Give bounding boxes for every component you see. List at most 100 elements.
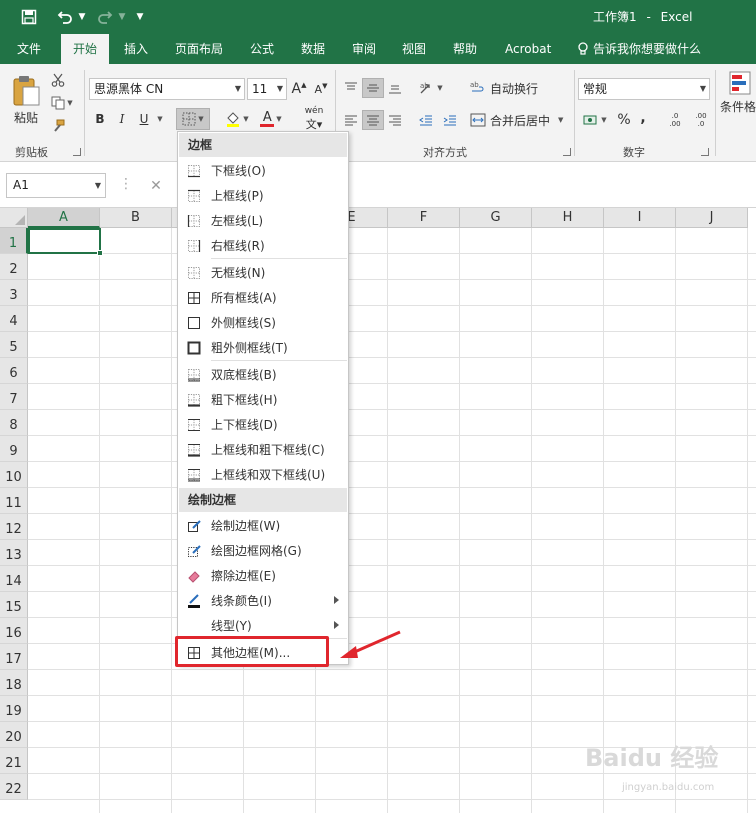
name-box[interactable]: A1 ▼ [6, 173, 106, 198]
redo-dropdown-icon[interactable]: ▼ [117, 12, 127, 22]
orientation-button[interactable]: ab ▼ [416, 78, 446, 98]
tab-data[interactable]: 数据 [301, 34, 325, 64]
accounting-format-button[interactable]: ▼ [580, 110, 610, 130]
row-header-18[interactable]: 18 [0, 670, 28, 696]
copy-button[interactable]: ▼ [48, 93, 76, 113]
center-align-button[interactable] [362, 110, 384, 130]
underline-button[interactable]: U [136, 108, 152, 130]
row-header-14[interactable]: 14 [0, 566, 28, 592]
spreadsheet-grid[interactable]: ABCDEFGHIJ123456789101112131415161718192… [0, 208, 756, 813]
left-align-button[interactable] [342, 110, 360, 130]
conditional-formatting-button[interactable]: 条件格 [720, 70, 756, 122]
percent-button[interactable]: % [614, 110, 634, 130]
menu-item-line-color[interactable]: 线条颜色(I) [179, 588, 347, 613]
underline-dropdown-icon[interactable]: ▼ [154, 108, 164, 130]
increase-indent-button[interactable] [440, 110, 460, 130]
tab-page-layout[interactable]: 页面布局 [175, 34, 223, 64]
tab-insert[interactable]: 插入 [124, 34, 148, 64]
tab-acrobat[interactable]: Acrobat [505, 34, 551, 64]
save-button[interactable] [17, 5, 41, 29]
menu-item-bottom-double-border[interactable]: 双底框线(B) [179, 362, 347, 387]
middle-align-button[interactable] [362, 78, 384, 98]
row-header-13[interactable]: 13 [0, 540, 28, 566]
bold-button[interactable]: B [92, 108, 108, 130]
tab-home[interactable]: 开始 [61, 34, 110, 65]
column-header-h[interactable]: H [532, 208, 604, 228]
top-align-button[interactable] [342, 78, 360, 98]
row-header-16[interactable]: 16 [0, 618, 28, 644]
menu-item-all-borders[interactable]: 所有框线(A) [179, 285, 347, 310]
row-header-21[interactable]: 21 [0, 748, 28, 774]
row-header-17[interactable]: 17 [0, 644, 28, 670]
tab-review[interactable]: 审阅 [352, 34, 376, 64]
row-header-6[interactable]: 6 [0, 358, 28, 384]
row-header-11[interactable]: 11 [0, 488, 28, 514]
merge-center-button[interactable]: 合并后居中 ▼ [470, 110, 570, 130]
row-header-5[interactable]: 5 [0, 332, 28, 358]
column-header-g[interactable]: G [460, 208, 532, 228]
menu-item-top-double-bottom-border[interactable]: 上框线和双下框线(U) [179, 462, 347, 487]
shrink-font-button[interactable]: A ▼ [312, 78, 330, 100]
format-painter-button[interactable] [48, 116, 68, 136]
bottom-align-button[interactable] [386, 78, 404, 98]
number-format-combo[interactable]: 常规 ▼ [578, 78, 710, 100]
menu-item-eraser[interactable]: 擦除边框(E) [179, 563, 347, 588]
wrap-text-button[interactable]: ab 自动换行 [470, 78, 542, 98]
customize-qat-icon[interactable]: ▼ [135, 12, 145, 22]
row-header-4[interactable]: 4 [0, 306, 28, 332]
menu-item-draw-border[interactable]: 绘制边框(W) [179, 513, 347, 538]
undo-button[interactable] [53, 5, 77, 29]
row-header-10[interactable]: 10 [0, 462, 28, 488]
right-align-button[interactable] [386, 110, 404, 130]
row-header-12[interactable]: 12 [0, 514, 28, 540]
active-cell-a1[interactable] [28, 228, 103, 256]
font-size-combo[interactable]: 11 ▼ [247, 78, 287, 100]
phonetic-guide-button[interactable]: wén 文▾ [298, 106, 330, 132]
italic-button[interactable]: I [114, 108, 130, 130]
row-header-19[interactable]: 19 [0, 696, 28, 722]
menu-item-top-border[interactable]: 上框线(P) [179, 183, 347, 208]
column-header-i[interactable]: I [604, 208, 676, 228]
tab-help[interactable]: 帮助 [453, 34, 477, 64]
tell-me-search[interactable]: 告诉我你想要做什么 [577, 34, 701, 64]
increase-decimal-button[interactable]: .0 .00 [664, 110, 686, 130]
select-all-button[interactable] [0, 208, 28, 228]
cut-button[interactable] [48, 70, 68, 90]
redo-button[interactable] [93, 5, 117, 29]
row-header-20[interactable]: 20 [0, 722, 28, 748]
menu-item-outside-borders[interactable]: 外侧框线(S) [179, 310, 347, 335]
menu-item-bottom-border[interactable]: 下框线(O) [179, 158, 347, 183]
tab-view[interactable]: 视图 [402, 34, 426, 64]
menu-item-no-border[interactable]: 无框线(N) [179, 260, 347, 285]
fill-handle[interactable] [97, 250, 103, 256]
column-header-a[interactable]: A [28, 208, 100, 228]
fill-color-button[interactable]: ▼ [222, 108, 252, 130]
row-header-22[interactable]: 22 [0, 774, 28, 800]
borders-button[interactable]: ▼ [176, 108, 210, 130]
menu-item-line-style[interactable]: 线型(Y) [179, 613, 347, 638]
row-header-8[interactable]: 8 [0, 410, 28, 436]
alignment-launcher-icon[interactable] [563, 148, 571, 156]
grow-font-button[interactable]: A ▲ [290, 78, 308, 100]
column-header-j[interactable]: J [676, 208, 748, 228]
decrease-decimal-button[interactable]: .00 .0 [690, 110, 712, 130]
number-launcher-icon[interactable] [701, 148, 709, 156]
row-header-2[interactable]: 2 [0, 254, 28, 280]
menu-item-left-border[interactable]: 左框线(L) [179, 208, 347, 233]
paste-button[interactable]: 粘贴 [8, 72, 44, 128]
menu-item-thick-outside-borders[interactable]: 粗外侧框线(T) [179, 335, 347, 360]
column-header-b[interactable]: B [100, 208, 172, 228]
menu-item-right-border[interactable]: 右框线(R) [179, 233, 347, 258]
font-name-combo[interactable]: 思源黑体 CN ▼ [89, 78, 245, 100]
row-header-7[interactable]: 7 [0, 384, 28, 410]
clipboard-launcher-icon[interactable] [73, 148, 81, 156]
decrease-indent-button[interactable] [416, 110, 436, 130]
row-header-9[interactable]: 9 [0, 436, 28, 462]
menu-item-thick-bottom-border[interactable]: 粗下框线(H) [179, 387, 347, 412]
tab-file[interactable]: 文件 [17, 34, 41, 64]
menu-item-top-bottom-border[interactable]: 上下框线(D) [179, 412, 347, 437]
column-header-f[interactable]: F [388, 208, 460, 228]
font-color-button[interactable]: A ▼ [256, 108, 286, 130]
menu-item-top-thick-bottom-border[interactable]: 上框线和粗下框线(C) [179, 437, 347, 462]
row-header-1[interactable]: 1 [0, 228, 28, 254]
